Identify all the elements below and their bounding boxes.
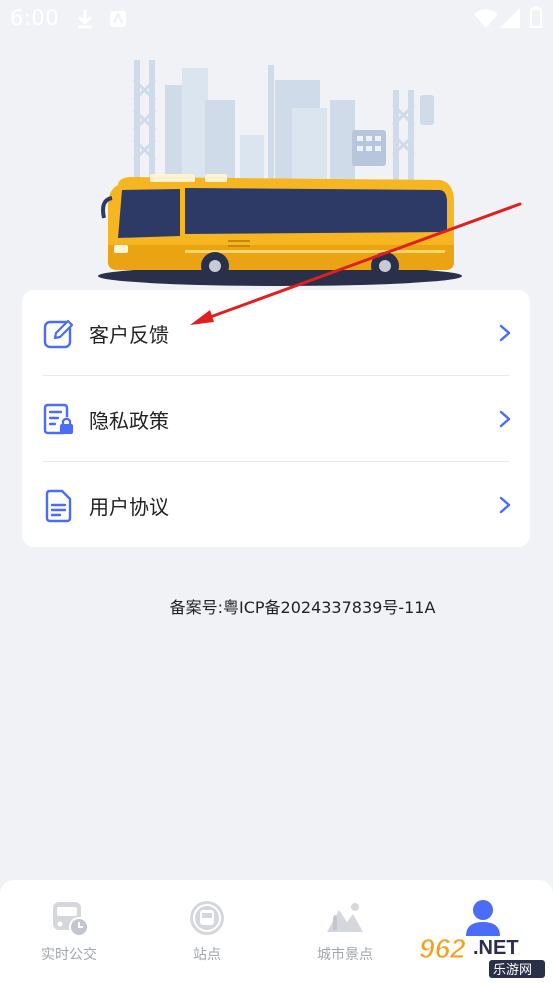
nav-label: 实时公交 <box>41 947 97 963</box>
annotation-arrow <box>190 202 522 325</box>
nav-tab-city-attractions[interactable]: 城市景点 <box>276 880 414 983</box>
nav-label: 城市景点 <box>317 947 373 963</box>
watermark-logo: 962 .NET 乐游网 <box>419 933 545 978</box>
bus-stop-icon <box>190 901 224 935</box>
icp-record-text: 备案号:粤ICP备2024337839号-11A <box>169 598 436 617</box>
svg-text:.NET: .NET <box>473 937 519 959</box>
nav-label: 站点 <box>193 947 221 963</box>
nav-tab-realtime-bus[interactable]: 实时公交 <box>0 880 138 983</box>
nav-tab-stations[interactable]: 站点 <box>138 880 276 983</box>
mountain-icon <box>327 903 363 932</box>
svg-text:乐游网: 乐游网 <box>493 963 532 978</box>
svg-text:962: 962 <box>419 933 466 964</box>
bus-clock-icon <box>53 902 89 937</box>
